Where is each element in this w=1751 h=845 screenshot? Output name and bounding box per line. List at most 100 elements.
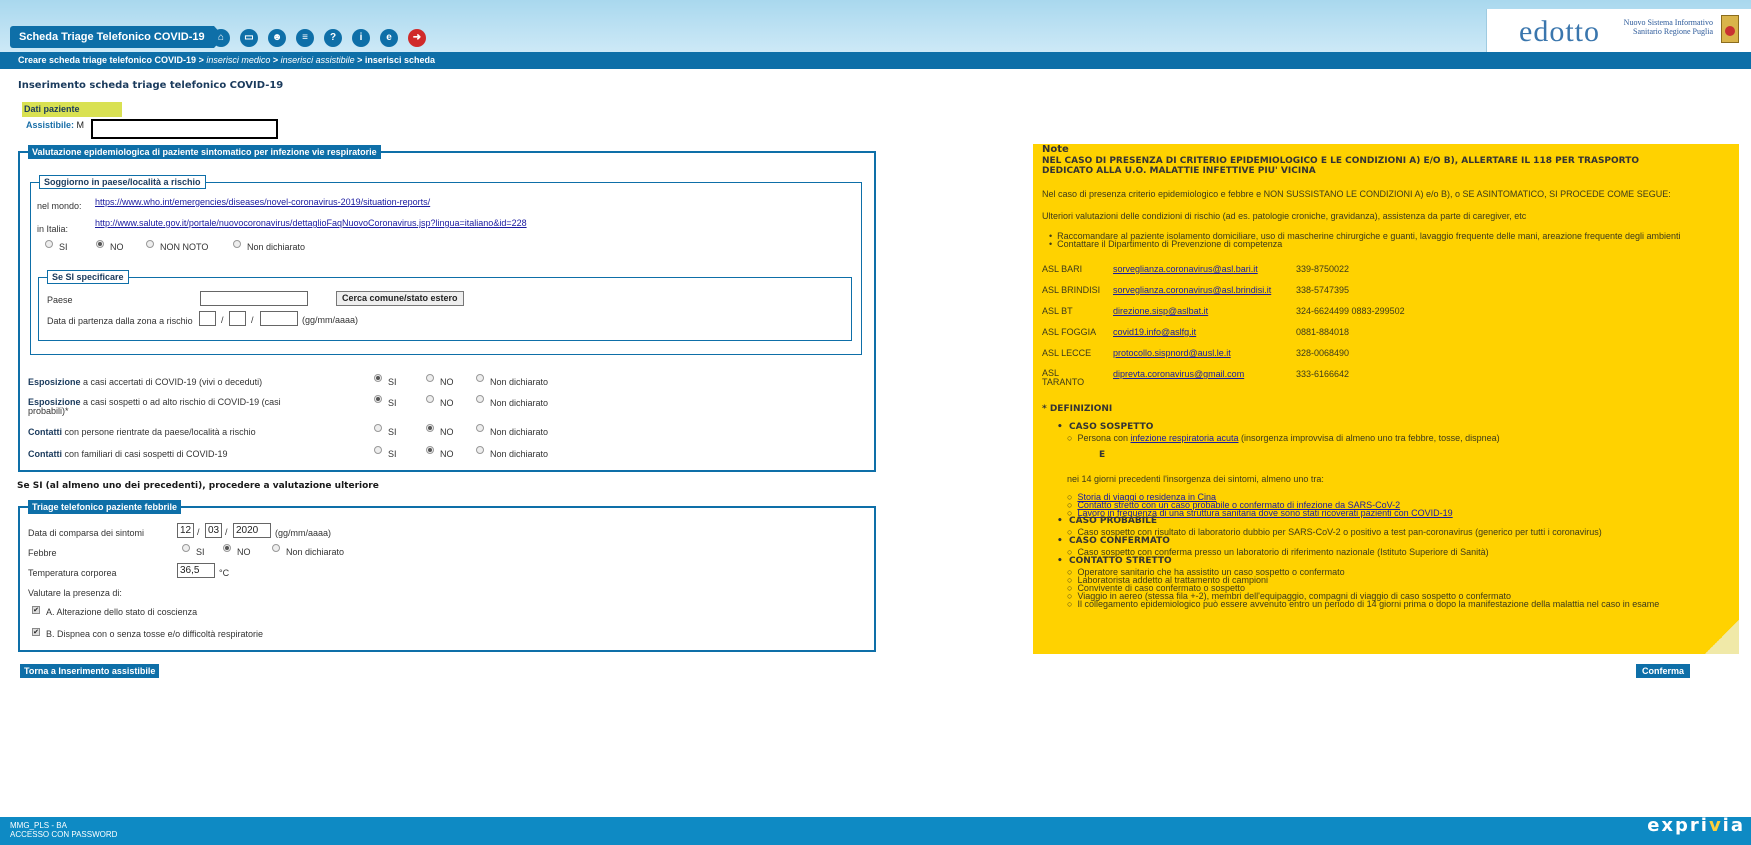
asl-phone: 339-8750022 [1296,264,1350,274]
partenza-day-input[interactable] [199,311,216,326]
partenza-year-input[interactable] [260,311,298,326]
comparsa-day-input[interactable]: 12 [177,523,194,538]
cont-rientrate-si-radio[interactable] [374,424,382,432]
esp-accertati-nd-radio[interactable] [476,374,484,382]
temperatura-unit: °C [219,568,230,578]
assistibile-field[interactable] [91,119,278,139]
check-b-checkbox[interactable]: ✔ [32,628,40,636]
breadcrumb-item-4: inserisci scheda [364,55,435,65]
soggiorno-si-radio[interactable] [45,240,53,248]
soggiorno-non-dichiarato-radio[interactable] [233,240,241,248]
notes-fold-corner [1705,620,1739,654]
valutazione-title: Valutazione epidemiologica di paziente s… [28,145,381,159]
asl-phone: 333-6166642 [1296,369,1350,379]
febbre-no-radio[interactable] [223,544,231,552]
app-title: Scheda Triage Telefonico COVID-19 [10,26,224,48]
cont-rientrate-nd-radio[interactable] [476,424,484,432]
notes-alert-line2: DEDICATO ALLA U.O. MALATTIE INFETTIVE PI… [1042,166,1316,176]
asl-email-link[interactable]: direzione.sisp@aslbat.it [1113,306,1208,316]
home-icon[interactable]: ⌂ [212,29,230,47]
triage-title: Triage telefonico paziente febbrile [28,500,182,514]
info-icon[interactable]: i [352,29,370,47]
asl-phone: 328-0068490 [1296,348,1350,358]
asl-email-link[interactable]: protocollo.sispnord@ausl.le.it [1113,348,1231,358]
caso-probabile-title: • CASO PROBABILE [1057,516,1157,526]
esp-sospetti-si-radio[interactable] [374,395,382,403]
breadcrumb-item-1[interactable]: Creare scheda triage telefonico COVID-19 [18,55,196,65]
users-icon[interactable]: ☻ [268,29,286,47]
caso-confermato-title: • CASO CONFERMATO [1057,536,1170,546]
breadcrumb-item-3[interactable]: inserisci assistibile [281,55,355,65]
help-icon[interactable]: ? [324,29,342,47]
regione-coat-of-arms-icon [1721,15,1739,43]
cerca-comune-button[interactable]: Cerca comune/stato estero [336,291,464,306]
soggiorno-no-label: NO [110,242,124,252]
soggiorno-fieldset: Soggiorno in paese/località a rischio ne… [30,175,862,355]
data-partenza-label: Data di partenza dalla zona a rischio [47,316,193,326]
comparsa-year-input[interactable]: 2020 [233,523,271,538]
asl-email-link[interactable]: diprevta.coronavirus@gmail.com [1113,369,1244,379]
breadcrumb-item-2[interactable]: inserisci medico [206,55,270,65]
cont-familiari-si-radio[interactable] [374,446,382,454]
folder-icon[interactable]: ▭ [240,29,258,47]
page-title: Inserimento scheda triage telefonico COV… [18,80,284,91]
procedere-note: Se SI (al almeno uno dei precedenti), pr… [17,481,379,491]
temperatura-input[interactable]: 36,5 [177,563,215,578]
exprivia-logo: exprivia [1647,815,1745,836]
comparsa-month-input[interactable]: 03 [205,523,222,538]
torna-button[interactable]: Torna a Inserimento assistibile [20,664,160,678]
partenza-month-input[interactable] [229,311,246,326]
asl-name: ASL BT [1042,306,1073,316]
check-b-label: B. Dispnea con o senza tosse e/o diffico… [46,629,263,639]
esp-accertati-no-radio[interactable] [426,374,434,382]
footer-access: ACCESSO CON PASSWORD [10,830,118,839]
caso-sospetto-title: • CASO SOSPETTO [1057,422,1154,432]
esposizione-accertati-label: Esposizione a casi accertati di COVID-19… [28,377,263,387]
ct-line5: ○ Il collegamento epidemiologico può ess… [1067,599,1660,609]
in-italia-label: in Italia: [37,224,69,234]
valutazione-fieldset: Valutazione epidemiologica di paziente s… [18,145,876,472]
paese-input[interactable] [200,291,308,306]
check-a-checkbox[interactable]: ✔ [32,606,40,614]
salute-link[interactable]: http://www.salute.gov.it/portale/nuovoco… [95,218,527,228]
asl-phone: 338-5747395 [1296,285,1350,295]
asl-name: ASL FOGGIA [1042,327,1097,337]
cont-familiari-no-radio[interactable] [426,446,434,454]
contatti-rientrate-label: Contatti con persone rientrate da paese/… [28,427,256,437]
asl-name: ASL LECCE [1042,348,1092,358]
esp-sospetti-nd-radio[interactable] [476,395,484,403]
dati-paziente-title: Dati paziente [22,102,122,117]
notes-alert-line1: NEL CASO DI PRESENZA DI CRITERIO EPIDEMI… [1042,156,1639,166]
footer: MMG_PLS - BA ACCESSO CON PASSWORD expriv… [0,817,1751,845]
asl-email-link[interactable]: sorveglianza.coronavirus@asl.brindisi.it [1113,285,1271,295]
breadcrumb: Creare scheda triage telefonico COVID-19… [0,52,1751,69]
febbre-label: Febbre [28,548,57,558]
soggiorno-non-noto-radio[interactable] [146,240,154,248]
asl-email-link[interactable]: covid19.info@aslfg.it [1113,327,1196,337]
check-a-label: A. Alterazione dello stato di coscienza [46,607,198,617]
logo-panel: edotto Nuovo Sistema Informativo Sanitar… [1486,9,1751,52]
notes-line1: Nel caso di presenza criterio epidemiolo… [1042,189,1671,199]
exit-icon[interactable]: ➜ [408,29,426,47]
date-format-hint: (gg/mm/aaaa) [302,315,359,325]
who-link[interactable]: https://www.who.int/emergencies/diseases… [95,197,430,207]
conferma-button[interactable]: Conferma [1636,664,1691,678]
esp-sospetti-no-radio[interactable] [426,395,434,403]
esp-accertati-si-radio[interactable] [374,374,382,382]
cs-e: E [1099,450,1106,460]
cont-familiari-nd-radio[interactable] [476,446,484,454]
infezione-link[interactable]: infezione respiratoria acuta [1130,433,1238,443]
contatti-familiari-label: Contatti con familiari di casi sospetti … [28,449,228,459]
edotto-logo: edotto [1519,15,1600,48]
soggiorno-no-radio[interactable] [96,240,104,248]
febbre-si-radio[interactable] [182,544,190,552]
asl-name: ASL BRINDISI [1042,285,1101,295]
cont-rientrate-no-radio[interactable] [426,424,434,432]
asl-email-link[interactable]: sorveglianza.coronavirus@asl.bari.it [1113,264,1258,274]
document-icon[interactable]: ≡ [296,29,314,47]
sheet-icon[interactable]: e [380,29,398,47]
asl-name: ASL BARI [1042,264,1083,274]
febbre-nd-radio[interactable] [272,544,280,552]
soggiorno-si-label: SI [59,242,68,252]
top-bar: Scheda Triage Telefonico COVID-19 ⌂ ▭ ☻ … [0,0,1751,52]
